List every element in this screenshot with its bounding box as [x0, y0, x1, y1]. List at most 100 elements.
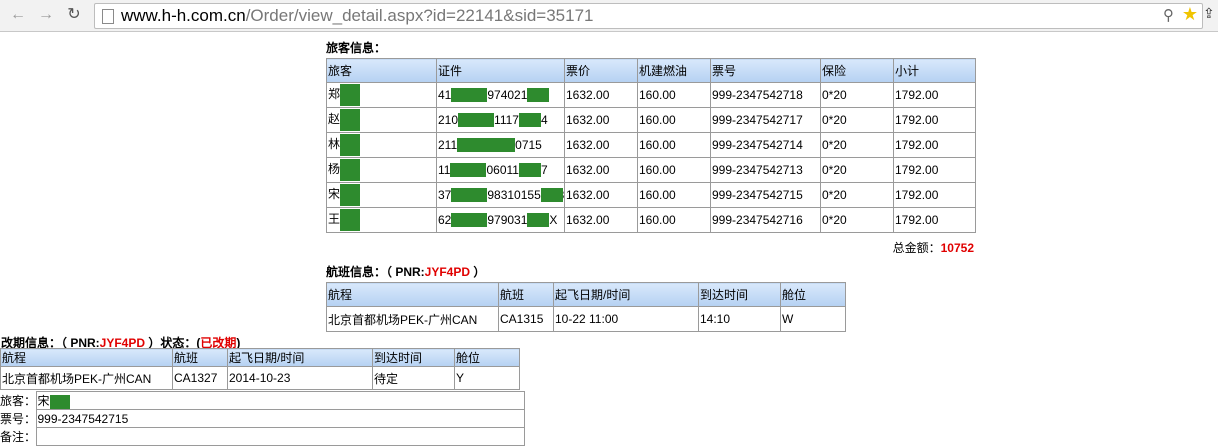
id-prefix: 37: [438, 187, 452, 202]
passenger-name: 宋: [37, 394, 50, 408]
table-row: 北京首都机场PEK-广州CAN CA1327 2014-10-23 待定 Y: [0, 366, 520, 390]
bookmark-star-icon[interactable]: ★: [1182, 4, 1198, 25]
id-suffix: X: [549, 212, 558, 227]
cell-flight: CA1315: [498, 306, 554, 332]
reload-icon[interactable]: ↻: [64, 5, 84, 25]
redaction-block: [450, 163, 487, 178]
redaction-block: [340, 134, 361, 156]
back-arrow-icon[interactable]: ←: [8, 5, 28, 25]
id-prefix: 211: [438, 137, 458, 152]
cell-tax: 160.00: [637, 207, 711, 233]
redaction-block: [458, 113, 495, 128]
redaction-block: [340, 209, 361, 231]
flight-table: 航程 航班 起飞日期/时间 到达时间 舱位 北京首都机场PEK-广州CAN CA…: [326, 282, 846, 332]
passenger-name: 林: [328, 137, 341, 152]
passenger-table: 旅客 证件 票价 机建燃油 票号 保险 小计 郑 41 974021 1632.00 1…: [326, 58, 976, 233]
header-subtotal: 小计: [893, 58, 976, 83]
cell-subtotal: 1792.00: [893, 82, 976, 108]
cell-id: 210 1117 4: [436, 107, 565, 133]
table-row: 王 62 979031 X 1632.00 160.00 999-2347542716 0*2…: [326, 207, 976, 233]
cell-tax: 160.00: [637, 107, 711, 133]
passenger-name: 宋: [328, 187, 341, 202]
cell-arrive: 待定: [372, 366, 455, 390]
id-middle: 979031: [487, 212, 528, 227]
info-row-remark: 备注：: [0, 427, 525, 446]
passenger-value: 宋: [35, 391, 525, 410]
cell-subtotal: 1792.00: [893, 182, 976, 208]
remark-label: 备注：: [0, 430, 36, 444]
cell-depart: 10-22 11:00: [553, 306, 699, 332]
passenger-name: 王: [328, 212, 341, 227]
cell-price: 1632.00: [564, 107, 638, 133]
forward-arrow-icon[interactable]: →: [36, 5, 56, 25]
redaction-block: [451, 188, 488, 203]
table-row: 林 211 0715 1632.00 160.00 999-2347542714 0*20 1…: [326, 132, 976, 158]
redaction-block: [340, 109, 361, 131]
total-value: 10752: [940, 241, 974, 255]
cell-cabin: Y: [454, 366, 520, 390]
ticket-value: 999-2347542715: [35, 409, 525, 428]
flight-title-suffix: ）: [470, 265, 486, 279]
cell-passenger: 杨: [326, 157, 437, 183]
table-header-row: 旅客 证件 票价 机建燃油 票号 保险 小计: [326, 58, 976, 83]
cell-route: 北京首都机场PEK-广州CAN: [0, 366, 173, 390]
header-id: 证件: [436, 58, 565, 83]
header-cabin: 舱位: [454, 348, 520, 367]
flight-title-prefix: 航班信息：（ PNR:: [326, 265, 425, 279]
header-flight: 航班: [498, 282, 554, 307]
header-cabin: 舱位: [780, 282, 846, 307]
cell-flight: CA1327: [172, 366, 228, 390]
redaction-block: [527, 88, 550, 103]
address-bar[interactable]: www.h-h.com.cn/Order/view_detail.aspx?id…: [94, 3, 1203, 29]
cell-ticket: 999-2347542716: [710, 207, 821, 233]
table-header-row: 航程 航班 起飞日期/时间 到达时间 舱位: [0, 348, 520, 367]
cell-passenger: 郑: [326, 82, 437, 108]
cell-price: 1632.00: [564, 207, 638, 233]
redaction-block: [493, 138, 516, 153]
cell-passenger: 赵: [326, 107, 437, 133]
header-passenger: 旅客: [326, 58, 437, 83]
id-prefix: 62: [438, 212, 452, 227]
menu-icon[interactable]: ⇪: [1203, 5, 1215, 22]
id-prefix: 41: [438, 87, 452, 102]
table-row: 赵 210 1117 4 1632.00 160.00 999-2347542717 0*20…: [326, 107, 976, 133]
cell-cabin: W: [780, 306, 846, 332]
url-path: /Order/view_detail.aspx?id=22141&sid=351…: [245, 6, 594, 25]
cell-tax: 160.00: [637, 82, 711, 108]
cell-arrive: 14:10: [698, 306, 781, 332]
browser-toolbar: ← → ↻ www.h-h.com.cn/Order/view_detail.a…: [0, 0, 1218, 32]
change-flight-table: 航程 航班 起飞日期/时间 到达时间 舱位 北京首都机场PEK-广州CAN CA…: [0, 348, 520, 390]
cell-id: 211 0715: [436, 132, 565, 158]
id-suffix: 0715: [515, 137, 542, 152]
table-row: 宋379831015581632.00160.00999-23475427150…: [326, 182, 976, 208]
cell-ticket: 999-2347542718: [710, 82, 821, 108]
cell-ticket: 999-2347542715: [710, 182, 821, 208]
header-arrive: 到达时间: [698, 282, 781, 307]
id-prefix: 11: [438, 162, 451, 177]
cell-subtotal: 1792.00: [893, 157, 976, 183]
id-middle: 974021: [487, 87, 528, 102]
passenger-name: 杨: [328, 162, 341, 177]
cell-id: 37983101558: [436, 182, 565, 208]
redaction-block: [518, 163, 541, 178]
search-icon[interactable]: ⚲: [1163, 6, 1174, 24]
change-info-table: 旅客： 宋 票号： 999-2347542715 备注：: [0, 391, 525, 446]
passenger-section-title: 旅客信息：: [326, 41, 387, 55]
url-text[interactable]: www.h-h.com.cn/Order/view_detail.aspx?id…: [121, 6, 594, 26]
cell-tax: 160.00: [637, 157, 711, 183]
cell-insurance: 0*20: [820, 107, 894, 133]
redaction-block: [518, 113, 541, 128]
header-depart: 起飞日期/时间: [227, 348, 373, 367]
header-price: 票价: [564, 58, 638, 83]
redaction-block: [340, 84, 361, 106]
flight-pnr: JYF4PD: [424, 265, 471, 279]
table-row: 郑 41 974021 1632.00 160.00 999-2347542718 0*20…: [326, 82, 976, 108]
remark-value: [35, 427, 525, 446]
info-row-ticket: 票号： 999-2347542715: [0, 409, 525, 428]
cell-tax: 160.00: [637, 132, 711, 158]
cell-insurance: 0*20: [820, 207, 894, 233]
cell-id: 41 974021: [436, 82, 565, 108]
redaction-block: [451, 213, 488, 228]
passenger-label: 旅客：: [0, 394, 36, 408]
header-ticket: 票号: [710, 58, 821, 83]
